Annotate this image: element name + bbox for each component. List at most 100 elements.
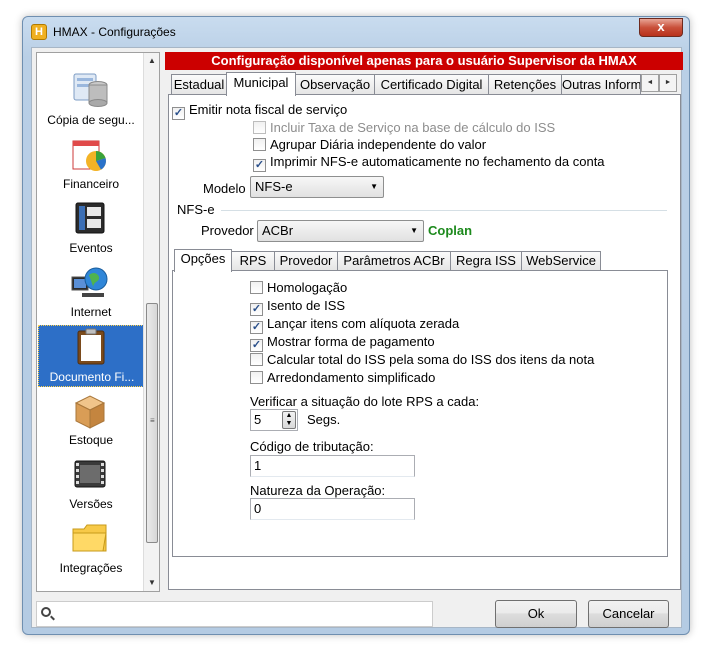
verificar-stepper[interactable]: 5 ▲ ▼ xyxy=(250,409,298,431)
provedor-value: ACBr xyxy=(262,223,294,238)
globe-network-icon xyxy=(71,267,108,297)
search-icon xyxy=(41,607,51,617)
nav-item-estoque[interactable]: Estoque xyxy=(38,389,144,451)
tab-estadual[interactable]: Estadual xyxy=(171,74,227,95)
checkbox-label: Mostrar forma de pagamento xyxy=(267,334,435,349)
chevron-down-icon: ▼ xyxy=(410,226,418,235)
codigo-label: Código de tributação: xyxy=(250,439,374,454)
tab-scroll-left-icon[interactable]: ◄ xyxy=(641,74,659,92)
scroll-up-arrow-icon[interactable]: ▲ xyxy=(144,53,159,69)
verificar-label: Verificar a situação do lote RPS a cada: xyxy=(250,394,480,409)
natureza-label: Natureza da Operação: xyxy=(250,483,386,498)
pie-chart-icon xyxy=(72,140,106,171)
backup-database-icon xyxy=(73,73,108,107)
spin-up-icon[interactable]: ▲ xyxy=(283,412,295,420)
tab-certificado-digital[interactable]: Certificado Digital xyxy=(374,74,489,95)
nav-item-documento-fiscal[interactable]: Documento Fi... xyxy=(38,325,144,387)
incluir-taxa-checkbox[interactable]: Incluir Taxa de Serviço na base de cálcu… xyxy=(253,120,555,136)
checkbox-box xyxy=(250,371,263,384)
provedor-select[interactable]: ACBr ▼ xyxy=(257,220,424,242)
checkbox-label: Lançar itens com alíquota zerada xyxy=(267,316,460,331)
spin-buttons[interactable]: ▲ ▼ xyxy=(282,411,296,429)
modelo-label: Modelo xyxy=(203,181,246,196)
scroll-down-arrow-icon[interactable]: ▼ xyxy=(144,575,159,591)
checkbox-label: Imprimir NFS-e automaticamente no fecham… xyxy=(270,154,605,169)
nav-item-label: Documento Fi... xyxy=(49,370,135,384)
checkbox-label: Arredondamento simplificado xyxy=(267,370,436,385)
modelo-select[interactable]: NFS-e ▼ xyxy=(250,176,384,198)
settings-window: H HMAX - Configurações x Cópia de segu..… xyxy=(22,16,690,635)
tab-observacao[interactable]: Observação xyxy=(295,74,375,95)
checkbox-box: ✓ xyxy=(250,321,263,334)
mostrar-pagamento-checkbox[interactable]: ✓ Mostrar forma de pagamento xyxy=(250,334,435,352)
provedor-label: Provedor xyxy=(201,223,254,238)
nav-item-versoes[interactable]: Versões xyxy=(38,453,144,515)
settings-category-list: Cópia de segu... Financeiro Eventos Inte… xyxy=(36,52,160,592)
window-title: HMAX - Configurações xyxy=(53,25,176,39)
nav-scrollbar[interactable]: ▲ ≡ ▼ xyxy=(143,53,159,591)
lancar-itens-checkbox[interactable]: ✓ Lançar itens com alíquota zerada xyxy=(250,316,460,334)
tab-scroll-arrows: ◄ ► xyxy=(641,73,681,92)
chevron-down-icon: ▼ xyxy=(370,182,378,191)
tab-municipal[interactable]: Municipal xyxy=(226,72,296,96)
subtab-regra-iss[interactable]: Regra ISS xyxy=(450,251,522,271)
scrollbar-thumb[interactable]: ≡ xyxy=(146,303,158,543)
checkbox-label: Incluir Taxa de Serviço na base de cálcu… xyxy=(270,120,556,135)
imprimir-nfse-checkbox[interactable]: ✓ Imprimir NFS-e automaticamente no fecha… xyxy=(253,154,605,172)
checkbox-label: Calcular total do ISS pela soma do ISS d… xyxy=(267,352,595,367)
nav-item-financeiro[interactable]: Financeiro xyxy=(38,133,144,195)
box-icon xyxy=(74,395,106,429)
checkbox-box: ✓ xyxy=(172,107,185,120)
tab-scroll-right-icon[interactable]: ► xyxy=(659,74,677,92)
ok-button[interactable]: Ok xyxy=(495,600,577,628)
nav-item-label: Eventos xyxy=(69,241,113,255)
group-divider xyxy=(221,210,667,211)
checkbox-label: Agrupar Diária independente do valor xyxy=(270,137,487,152)
clipboard-icon xyxy=(77,328,105,365)
supervisor-only-banner: Configuração disponível apenas para o us… xyxy=(165,52,683,70)
nav-item-integracoes[interactable]: Integrações xyxy=(38,517,144,579)
nav-item-label: Estoque xyxy=(68,433,114,447)
verificar-unit: Segs. xyxy=(307,412,341,427)
agrupar-diaria-checkbox[interactable]: Agrupar Diária independente do valor xyxy=(253,137,486,153)
nav-item-backup[interactable]: Cópia de segu... xyxy=(38,69,144,131)
subtab-parametros-acbr[interactable]: Parâmetros ACBr xyxy=(337,251,451,271)
checkbox-box xyxy=(253,138,266,151)
nfse-group-title: NFS-e xyxy=(177,202,215,217)
calcular-total-checkbox[interactable]: Calcular total do ISS pela soma do ISS d… xyxy=(250,352,594,368)
nav-item-label: Financeiro xyxy=(62,177,120,191)
isento-iss-checkbox[interactable]: ✓ Isento de ISS xyxy=(250,298,346,316)
checkbox-box: ✓ xyxy=(250,339,263,352)
subtab-opcoes[interactable]: Opções xyxy=(174,249,232,272)
nav-item-label: Versões xyxy=(69,497,113,511)
tab-retencoes[interactable]: Retenções xyxy=(488,74,562,95)
nav-item-internet[interactable]: Internet xyxy=(38,261,144,323)
hmax-app-icon: H xyxy=(31,24,47,40)
title-bar[interactable]: H HMAX - Configurações x xyxy=(23,17,689,47)
close-button[interactable]: x xyxy=(639,18,683,37)
checkbox-label: Homologação xyxy=(267,280,348,295)
modelo-value: NFS-e xyxy=(255,179,293,194)
wallet-icon xyxy=(75,202,105,234)
checkbox-box: ✓ xyxy=(250,303,263,316)
nav-item-label: Integrações xyxy=(59,561,123,575)
subtab-provedor[interactable]: Provedor xyxy=(274,251,338,271)
natureza-operacao-input[interactable]: 0 xyxy=(250,498,415,520)
search-input[interactable] xyxy=(36,601,433,627)
emitir-nota-checkbox[interactable]: ✓ Emitir nota fiscal de serviço xyxy=(172,102,348,120)
spin-down-icon[interactable]: ▼ xyxy=(283,420,295,428)
verificar-value: 5 xyxy=(254,412,262,427)
checkbox-box xyxy=(250,281,263,294)
nav-item-eventos[interactable]: Eventos xyxy=(38,197,144,259)
cancel-button[interactable]: Cancelar xyxy=(588,600,669,628)
codigo-tributacao-input[interactable]: 1 xyxy=(250,455,415,477)
nav-item-label: Internet xyxy=(70,305,112,319)
arredondamento-checkbox[interactable]: Arredondamento simplificado xyxy=(250,370,435,386)
tab-outras-informacoes[interactable]: Outras Inform xyxy=(561,74,641,95)
subtab-webservice[interactable]: WebService xyxy=(521,251,601,271)
homologacao-checkbox[interactable]: Homologação xyxy=(250,280,347,296)
checkbox-label: Emitir nota fiscal de serviço xyxy=(189,102,348,117)
checkbox-box xyxy=(253,121,266,134)
checkbox-label: Isento de ISS xyxy=(267,298,346,313)
subtab-rps[interactable]: RPS xyxy=(231,251,275,271)
